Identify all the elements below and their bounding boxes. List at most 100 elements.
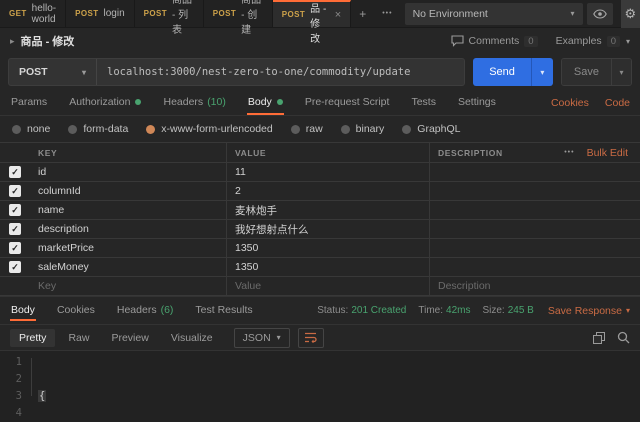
- row-value[interactable]: 麦林炮手: [235, 203, 277, 218]
- tab-label: login: [103, 8, 125, 19]
- mode-binary[interactable]: binary: [340, 123, 384, 135]
- mode-form-data[interactable]: form-data: [68, 123, 128, 135]
- chevron-down-icon: ▾: [625, 36, 630, 46]
- environment-label: No Environment: [412, 7, 488, 20]
- row-checkbox[interactable]: ✓: [9, 185, 21, 197]
- radio-icon: [12, 124, 21, 134]
- row-key[interactable]: saleMoney: [38, 261, 89, 273]
- examples-button[interactable]: Examples 0 ▾: [556, 35, 630, 47]
- row-value[interactable]: 2: [235, 185, 241, 197]
- radio-icon: [68, 124, 78, 134]
- bulk-edit-link[interactable]: Bulk Edit: [587, 147, 628, 159]
- table-row: ✓ name 麦林炮手: [0, 201, 640, 220]
- tab-headers[interactable]: Headers (10): [162, 90, 226, 115]
- green-dot-icon: [135, 98, 142, 105]
- row-key[interactable]: id: [38, 166, 46, 178]
- fold-gutter[interactable]: [26, 354, 38, 422]
- view-tab-visualize[interactable]: Visualize: [162, 329, 222, 347]
- value-placeholder-input[interactable]: Value: [235, 280, 261, 292]
- send-button[interactable]: Send: [473, 58, 531, 86]
- row-checkbox[interactable]: ✓: [9, 223, 21, 235]
- row-key[interactable]: columnId: [38, 185, 81, 197]
- row-checkbox[interactable]: ✓: [9, 204, 21, 216]
- comments-button[interactable]: Comments 0: [450, 35, 538, 47]
- method-badge: POST: [212, 9, 237, 18]
- environment-selector[interactable]: No Environment ▾: [404, 2, 583, 25]
- row-checkbox[interactable]: ✓: [9, 261, 21, 273]
- radio-icon: [340, 124, 350, 134]
- code-line: {: [38, 390, 47, 402]
- mode-x-www-form-urlencoded[interactable]: x-www-form-urlencoded: [146, 123, 273, 135]
- method-badge: GET: [9, 9, 27, 18]
- status-label: Status:: [317, 305, 349, 316]
- mode-raw[interactable]: raw: [290, 123, 323, 135]
- chevron-down-icon: ▾: [570, 9, 575, 18]
- description-placeholder-input[interactable]: Description: [438, 280, 491, 292]
- tab-options-icon[interactable]: •••: [374, 0, 400, 27]
- tab-authorization[interactable]: Authorization: [68, 90, 142, 115]
- headers-count: (10): [207, 95, 226, 108]
- response-meta: Status: 201 Created Time: 42ms Size: 245…: [305, 300, 630, 321]
- radio-icon: [290, 124, 300, 134]
- row-value[interactable]: 我好想射点什么: [235, 222, 309, 237]
- request-tab-commodity-list[interactable]: POST 商品 - 列表: [135, 0, 204, 36]
- response-format-select[interactable]: JSON ▾: [233, 327, 290, 348]
- save-button[interactable]: Save: [561, 59, 611, 85]
- request-tab-login[interactable]: POST login: [66, 0, 135, 27]
- disclosure-arrow-icon[interactable]: ▸: [10, 36, 15, 47]
- comments-label: Comments: [468, 35, 520, 47]
- chevron-down-icon: ▾: [625, 306, 630, 315]
- wrap-lines-button[interactable]: [297, 327, 324, 348]
- view-tab-pretty[interactable]: Pretty: [10, 328, 56, 347]
- tab-tests[interactable]: Tests: [410, 90, 437, 115]
- table-row: ✓ id 11: [0, 163, 640, 182]
- table-more-icon[interactable]: •••: [564, 149, 574, 156]
- request-tab-commodity-create[interactable]: POST 商品 - 创建: [204, 0, 273, 36]
- response-body-editor[interactable]: 1 2 3 4 { "code": 200, "msg": "Success" …: [0, 351, 640, 422]
- url-input[interactable]: localhost:3000/nest-zero-to-one/commodit…: [97, 59, 464, 85]
- response-tab-headers[interactable]: Headers (6): [116, 300, 175, 321]
- method-select[interactable]: POST ▾: [9, 59, 97, 85]
- key-placeholder-input[interactable]: Key: [38, 280, 56, 292]
- row-checkbox[interactable]: ✓: [9, 242, 21, 254]
- row-checkbox[interactable]: ✓: [9, 166, 21, 178]
- close-icon[interactable]: ×: [335, 9, 341, 21]
- environment-quick-look-button[interactable]: [586, 2, 613, 25]
- save-response-button[interactable]: Save Response ▾: [548, 305, 630, 317]
- search-response-button[interactable]: [617, 331, 630, 344]
- mode-graphql[interactable]: GraphQL: [402, 123, 460, 135]
- row-key[interactable]: marketPrice: [38, 242, 94, 254]
- response-tab-body[interactable]: Body: [10, 300, 36, 321]
- tab-body[interactable]: Body: [246, 90, 284, 115]
- request-tab-commodity-update[interactable]: POST 商品 - 修改 ×: [272, 0, 352, 45]
- row-value[interactable]: 11: [235, 166, 246, 178]
- time-value: 42ms: [446, 305, 471, 316]
- view-tab-raw[interactable]: Raw: [59, 329, 98, 347]
- tab-settings[interactable]: Settings: [457, 90, 497, 115]
- settings-gear-button[interactable]: ⚙: [620, 0, 640, 28]
- response-tab-test-results[interactable]: Test Results: [194, 300, 253, 321]
- view-tab-preview[interactable]: Preview: [102, 329, 157, 347]
- code-link[interactable]: Code: [605, 97, 630, 109]
- cookies-link[interactable]: Cookies: [551, 97, 589, 109]
- row-value[interactable]: 1350: [235, 242, 258, 254]
- copy-response-button[interactable]: [593, 331, 605, 344]
- save-options-button[interactable]: ▾: [611, 59, 631, 85]
- response-tab-cookies[interactable]: Cookies: [56, 300, 96, 321]
- mode-label: x-www-form-urlencoded: [161, 123, 273, 135]
- new-tab-button[interactable]: +: [351, 0, 374, 27]
- tab-params[interactable]: Params: [10, 90, 48, 115]
- row-key[interactable]: name: [38, 204, 64, 216]
- send-options-button[interactable]: ▾: [530, 58, 553, 86]
- mode-none[interactable]: none: [12, 123, 50, 135]
- request-tab-hello-world[interactable]: GET hello-world: [0, 0, 67, 27]
- format-value: JSON: [242, 331, 271, 344]
- mode-label: GraphQL: [417, 123, 461, 135]
- tab-label: Body: [247, 95, 272, 108]
- postman-window: GET hello-world POST login POST 商品 - 列表 …: [0, 0, 640, 422]
- row-key[interactable]: description: [38, 223, 89, 235]
- method-value: POST: [19, 66, 48, 78]
- tab-pre-request-script[interactable]: Pre-request Script: [304, 90, 391, 115]
- row-value[interactable]: 1350: [235, 261, 258, 273]
- request-title: 商品 - 修改: [20, 36, 75, 48]
